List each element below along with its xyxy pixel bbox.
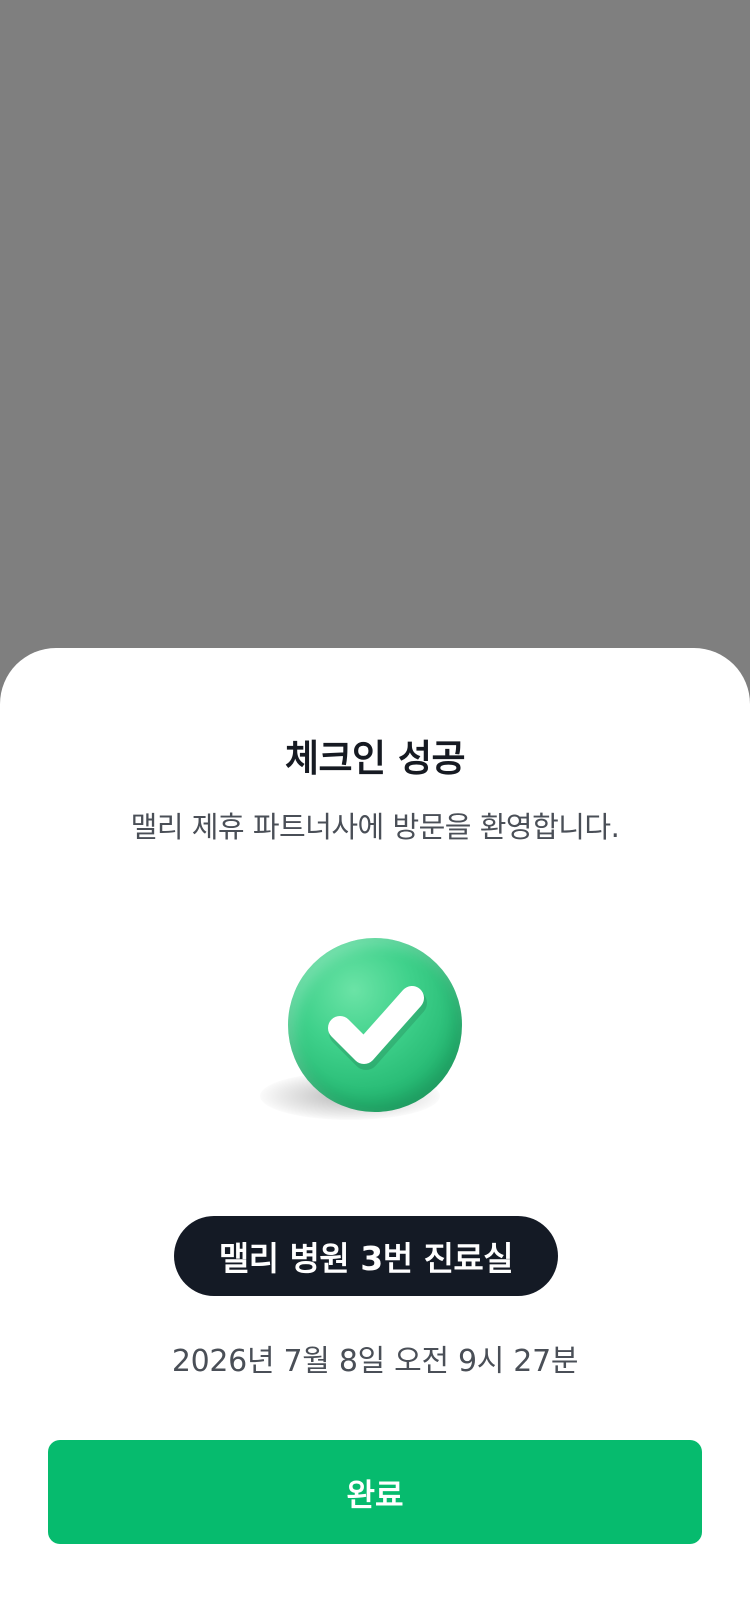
- success-illustration: [240, 912, 506, 1152]
- location-badge: 맬리 병원 3번 진료실: [174, 1216, 558, 1296]
- check-circle-icon: [288, 938, 462, 1112]
- sheet-title: 체크인 성공: [284, 737, 466, 780]
- checkin-success-sheet: 체크인 성공 맬리 제휴 파트너사에 방문을 환영합니다. 맬리 병원 3번 진…: [0, 648, 750, 1624]
- done-button[interactable]: 완료: [48, 1440, 702, 1544]
- checkin-datetime: 2026년 7월 8일 오전 9시 27분: [171, 1344, 579, 1379]
- sheet-subtitle: 맬리 제휴 파트너사에 방문을 환영합니다.: [130, 810, 620, 844]
